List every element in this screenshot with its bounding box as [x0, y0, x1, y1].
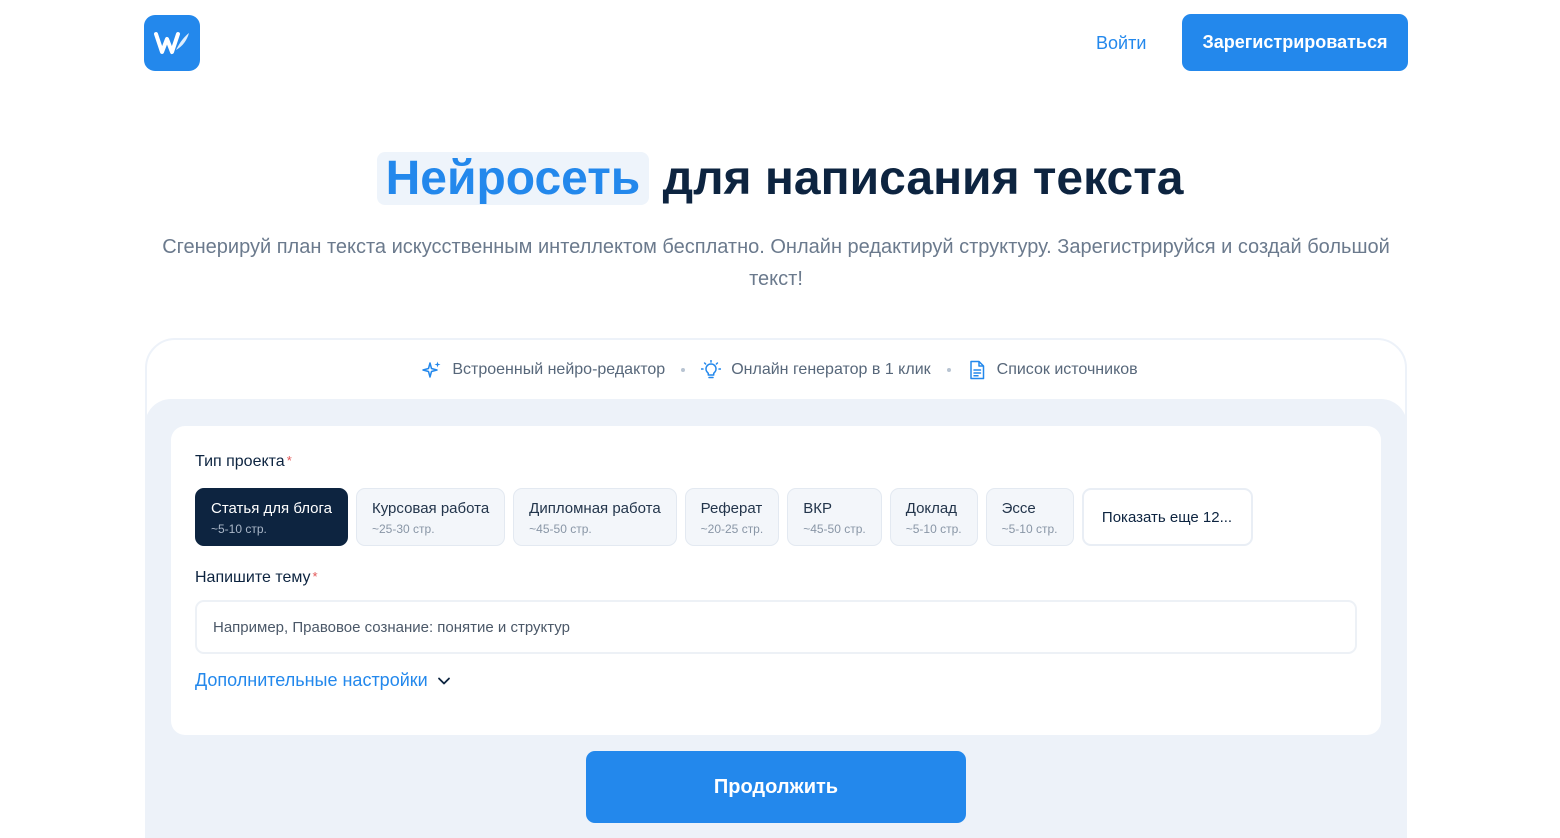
type-chip-blog-article[interactable]: Статья для блога ~5-10 стр. [195, 488, 348, 546]
type-name: Реферат [700, 500, 763, 517]
document-icon [969, 360, 984, 380]
type-chip-vkr[interactable]: ВКР ~45-50 стр. [787, 488, 882, 546]
advanced-settings-label: Дополнительные настройки [195, 670, 428, 690]
login-link[interactable]: Войти [1096, 28, 1146, 58]
chevron-down-icon [437, 677, 450, 684]
type-pages: ~45-50 стр. [803, 522, 866, 536]
title-highlight: Нейросеть [376, 152, 650, 205]
type-name: Дипломная работа [529, 500, 661, 517]
topic-input[interactable] [195, 600, 1357, 654]
type-pages: ~5-10 стр. [905, 522, 962, 536]
type-pages: ~5-10 стр. [211, 522, 267, 536]
sparkles-icon [422, 361, 441, 378]
feature-label: Список источников [996, 361, 1138, 378]
advanced-settings-toggle[interactable]: Дополнительные настройки [195, 670, 452, 691]
page-subtitle: Сгенерируй план текста искусственным инт… [162, 236, 1390, 290]
feature-label: Онлайн генератор в 1 клик [731, 361, 931, 378]
type-pages: ~20-25 стр. [700, 522, 764, 536]
type-chip-coursework[interactable]: Курсовая работа ~25-30 стр. [355, 488, 506, 546]
type-chip-essay[interactable]: Эссе ~5-10 стр. [985, 488, 1074, 546]
project-type-label: Тип проекта * [195, 453, 292, 471]
lightbulb-icon [701, 360, 722, 379]
type-chip-diploma[interactable]: Дипломная работа ~45-50 стр. [513, 488, 677, 546]
project-type-label-text: Тип проекта [195, 453, 285, 470]
type-chip-essay-report[interactable]: Реферат ~20-25 стр. [684, 488, 780, 546]
separator-dot [946, 368, 951, 372]
type-name: ВКР [803, 500, 832, 517]
logo[interactable] [144, 15, 200, 71]
feature-neuro-editor: Встроенный нейро-редактор [422, 360, 665, 380]
type-name: Эссе [1001, 500, 1036, 517]
required-mark: * [312, 569, 318, 584]
header: Войти Зарегистрироваться [0, 0, 1560, 86]
type-pages: ~25-30 стр. [371, 522, 435, 536]
register-button[interactable]: Зарегистрироваться [1182, 14, 1408, 71]
continue-button[interactable]: Продолжить [586, 751, 966, 823]
project-type-list: Статья для блога ~5-10 стр. Курсовая раб… [195, 488, 1253, 546]
type-pages: ~5-10 стр. [1001, 522, 1058, 536]
type-name: Доклад [905, 500, 957, 517]
feature-label: Встроенный нейро-редактор [452, 361, 666, 378]
features-row: Встроенный нейро-редактор Онлайн генерат… [0, 353, 1560, 387]
title-rest: для написания текста [662, 152, 1184, 205]
feature-sources: Список источников [967, 360, 1138, 380]
topic-label: Напишите тему * [195, 569, 318, 587]
feature-one-click: Онлайн генератор в 1 клик [701, 360, 931, 380]
required-mark: * [286, 453, 292, 468]
type-pages: ~45-50 стр. [529, 522, 592, 536]
page-title: Нейросеть для написания текста [0, 148, 1560, 210]
show-more-types-button[interactable]: Показать еще 12... [1081, 488, 1253, 546]
type-chip-report[interactable]: Доклад ~5-10 стр. [889, 488, 978, 546]
type-name: Курсовая работа [371, 500, 490, 517]
type-name: Статья для блога [211, 500, 332, 517]
topic-label-text: Напишите тему [195, 569, 311, 586]
separator-dot [681, 368, 686, 372]
logo-w-icon [154, 32, 189, 54]
